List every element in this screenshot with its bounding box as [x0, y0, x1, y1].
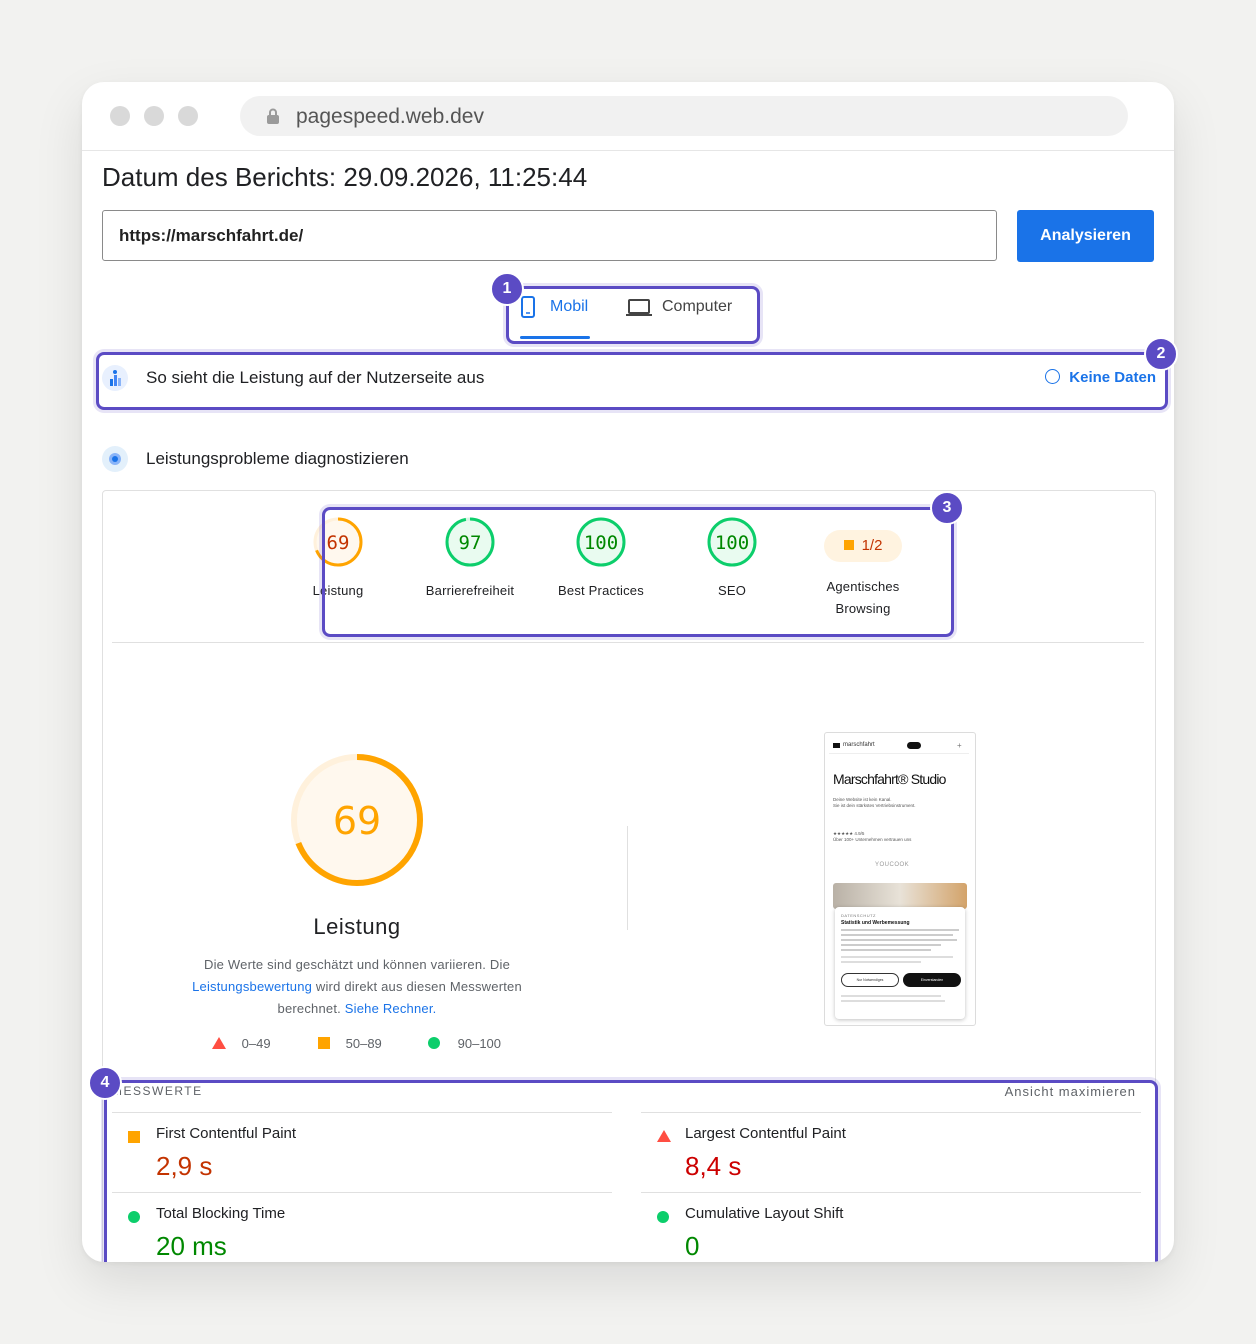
page-content: Datum des Berichts: 29.09.2026, 11:25:44…: [82, 150, 1174, 1262]
performance-big-gauge: 69: [291, 754, 423, 886]
toggle-icon: [907, 742, 921, 749]
annotation-badge-1: 1: [490, 272, 524, 306]
screenshot-cookie-dialog: DATENSCHUTZ Statistik und Werbemessung N…: [835, 907, 965, 1019]
highlight-metrics: [104, 1080, 1158, 1262]
annotation-badge-2: 2: [1144, 337, 1178, 371]
fail-triangle-icon: [212, 1037, 226, 1049]
address-bar-url: pagespeed.web.dev: [296, 105, 484, 128]
brand-logo-icon: [833, 743, 840, 748]
close-window-dot[interactable]: [110, 106, 130, 126]
screenshot-subline-2: Sie ist dein stärkstes Vertriebsinstrume…: [833, 803, 916, 808]
score-link[interactable]: Leistungsbewertung: [192, 979, 312, 994]
screenshot-client-logo: YOUCOOK: [875, 862, 910, 868]
highlight-field-data: [96, 352, 1168, 410]
url-input[interactable]: https://marschfahrt.de/: [102, 210, 997, 261]
legend-pass: 90–100: [428, 1036, 501, 1051]
performance-description: Die Werte sind geschätzt und können vari…: [192, 957, 522, 1016]
screenshot-headline: Marschfahrt® Studio: [833, 771, 946, 787]
panel-divider: [112, 642, 1144, 643]
report-date-title: Datum des Berichts: 29.09.2026, 11:25:44: [102, 162, 588, 192]
performance-label: Leistung: [313, 914, 401, 939]
annotation-badge-4: 4: [88, 1066, 122, 1100]
diagnose-title: Leistungsprobleme diagnostizieren: [146, 449, 409, 468]
svg-text:69: 69: [333, 799, 381, 843]
screenshot-header: marschfahrt +: [829, 741, 969, 754]
plus-icon: +: [957, 741, 962, 750]
lock-icon: [267, 108, 279, 124]
screenshot-image: [833, 883, 967, 909]
browser-window: pagespeed.web.dev Datum des Berichts: 29…: [82, 82, 1174, 1262]
legend-average: 50–89: [318, 1036, 382, 1051]
screenshot-clients: Über 100+ Unternehmen vertrauen uns: [833, 837, 912, 842]
score-legend: 0–49 50–89 90–100: [212, 1036, 532, 1058]
average-square-icon: [318, 1037, 330, 1049]
minimize-window-dot[interactable]: [144, 106, 164, 126]
screenshot-brand: marschfahrt: [843, 742, 875, 748]
pass-circle-icon: [428, 1037, 440, 1049]
highlight-tabs: [506, 286, 760, 344]
analyze-button[interactable]: Analysieren: [1017, 210, 1154, 262]
annotation-badge-3: 3: [930, 491, 964, 525]
diagnose-icon: [102, 446, 128, 472]
page-screenshot: marschfahrt + Marschfahrt® Studio Deine …: [824, 732, 976, 1026]
calculator-link[interactable]: Siehe Rechner.: [345, 1001, 437, 1016]
legend-fail: 0–49: [212, 1036, 271, 1051]
vertical-separator: [627, 826, 628, 930]
zoom-window-dot[interactable]: [178, 106, 198, 126]
highlight-gauges: [322, 507, 954, 637]
browser-chrome: pagespeed.web.dev: [82, 82, 1174, 151]
address-bar[interactable]: pagespeed.web.dev: [240, 96, 1128, 136]
